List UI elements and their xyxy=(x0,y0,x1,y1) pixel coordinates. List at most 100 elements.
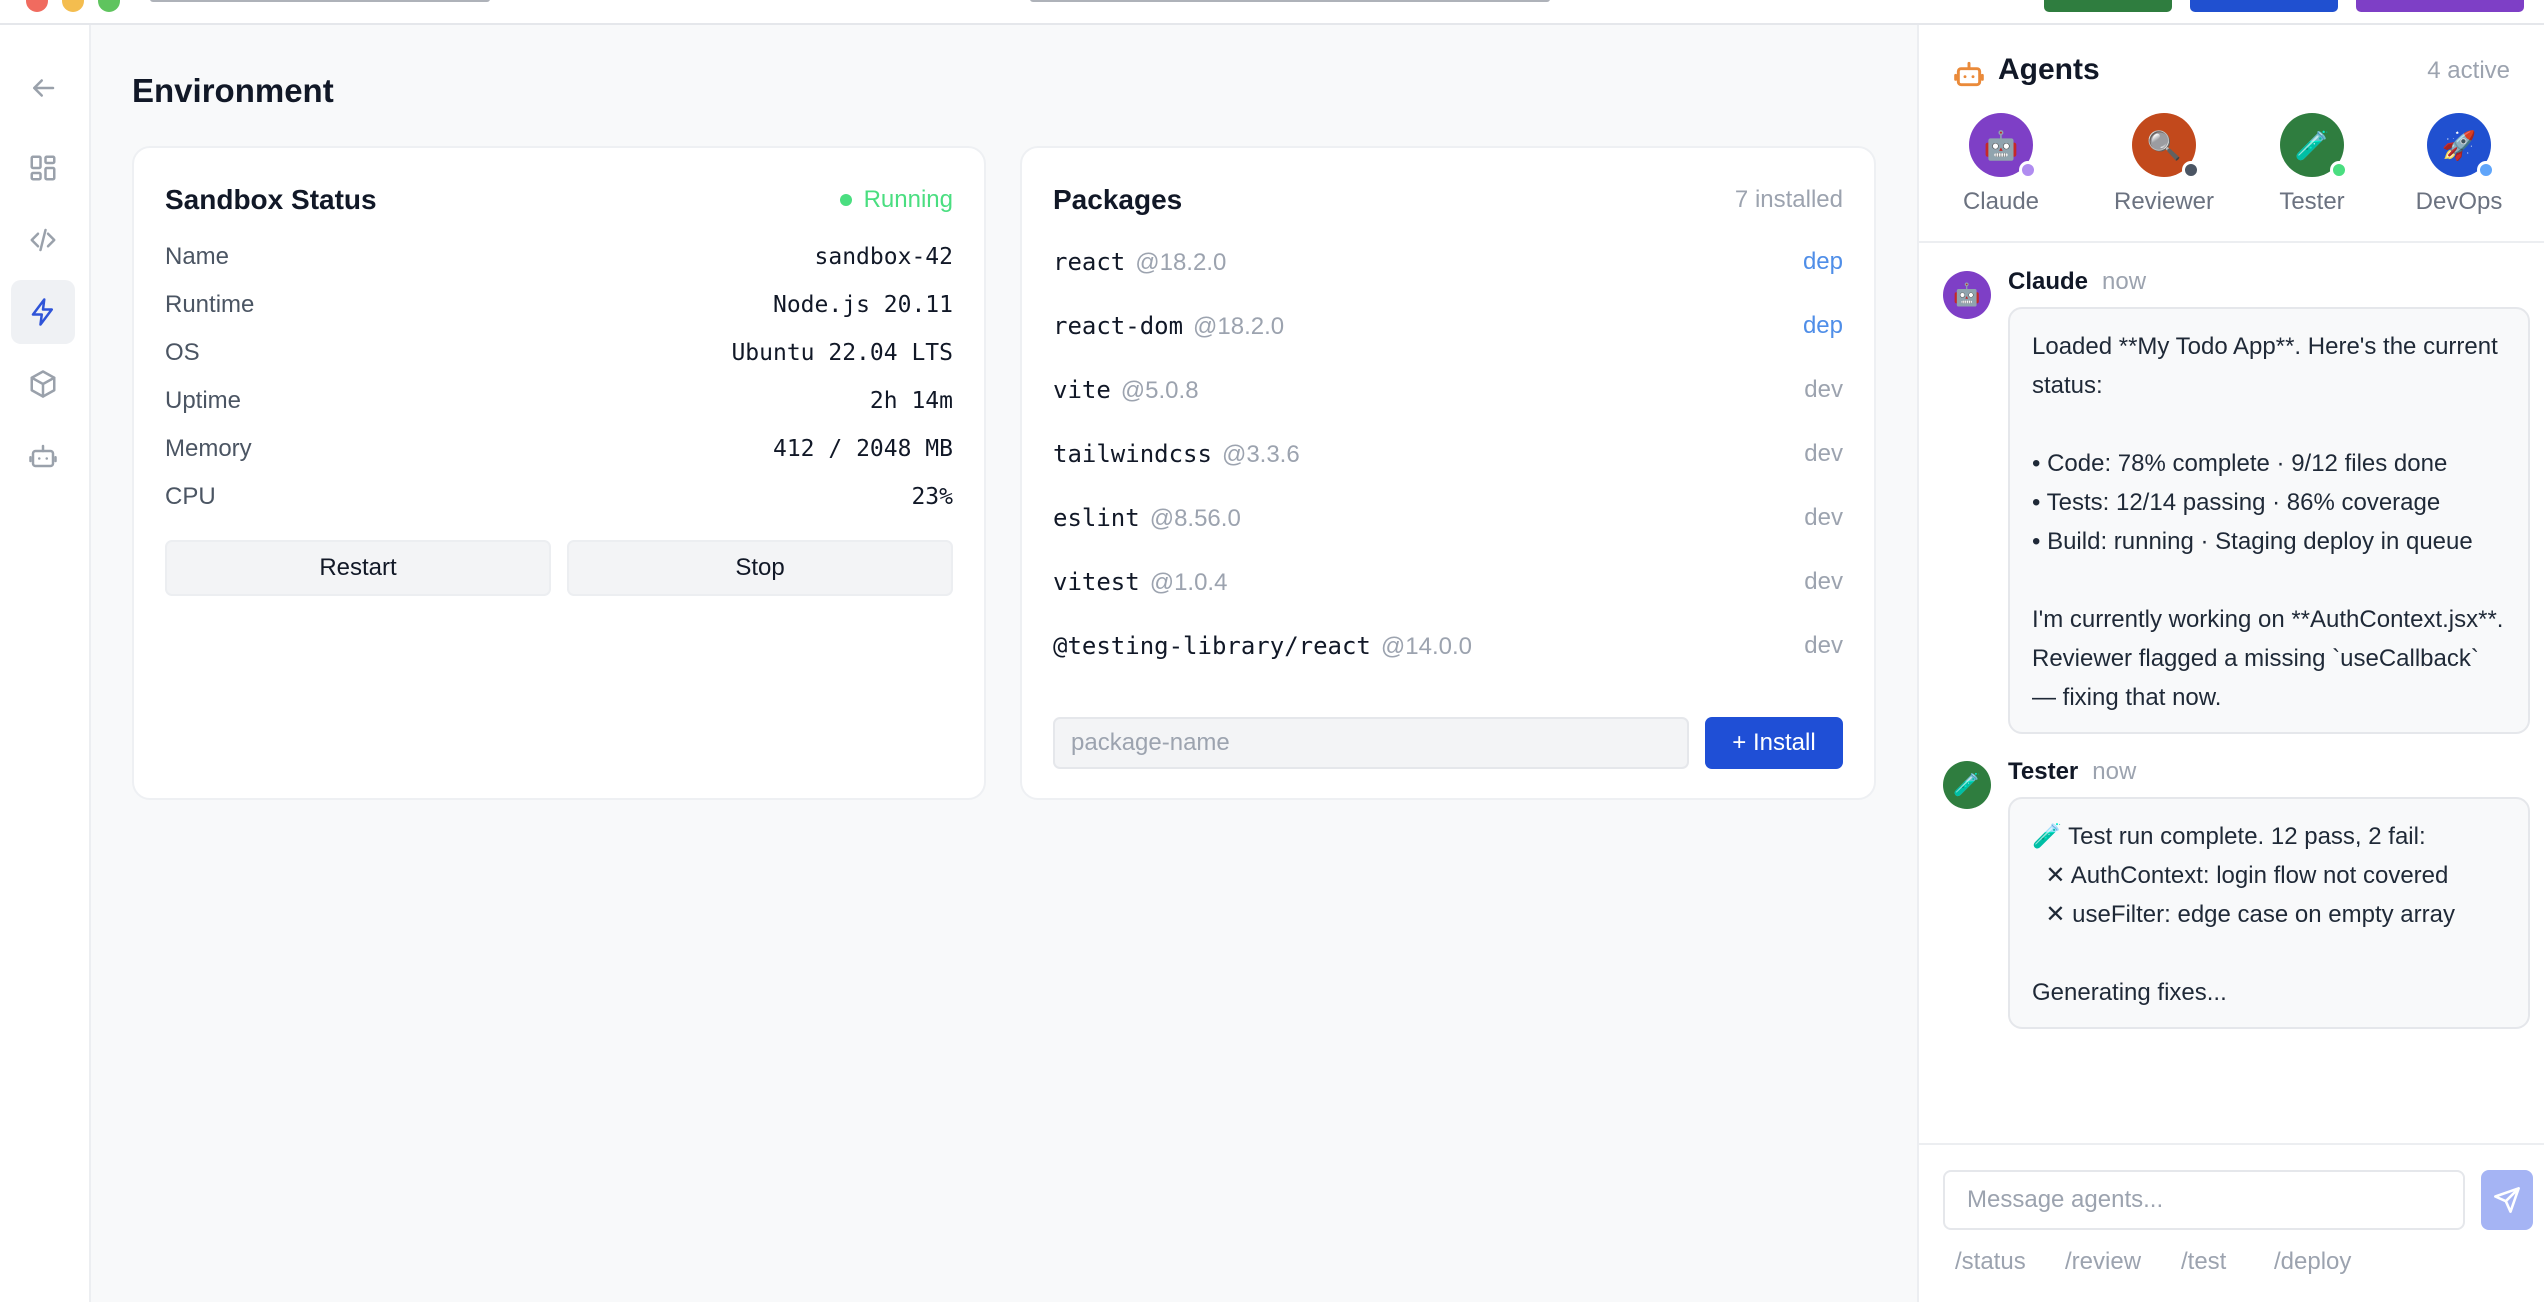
row-value: Ubuntu 22.04 LTS xyxy=(731,340,953,366)
message-bubble: 🧪 Test run complete. 12 pass, 2 fail: ✕ … xyxy=(2008,797,2530,1029)
agents-robot-icon xyxy=(1953,58,1985,90)
agent-status-dot xyxy=(2477,161,2495,179)
package-row: react-dom @18.2.0 dep xyxy=(1053,308,1843,344)
package-version: @3.3.6 xyxy=(1221,440,1300,468)
row-key: OS xyxy=(165,339,200,366)
message-agents-input[interactable] xyxy=(1943,1170,2465,1230)
agent-reviewer[interactable]: 🔍 Reviewer xyxy=(2099,113,2229,223)
restart-button[interactable]: Restart xyxy=(165,540,551,596)
row-key: CPU xyxy=(165,483,216,510)
package-name: react xyxy=(1053,247,1126,276)
agent-name: DevOps xyxy=(2415,188,2503,215)
agent-tester[interactable]: 🧪 Tester xyxy=(2247,113,2377,223)
packages-card: Packages 7 installed react @18.2.0 dep re… xyxy=(1020,146,1876,800)
package-name: @testing-library/react xyxy=(1053,631,1371,660)
package-row: vitest @1.0.4 dev xyxy=(1053,564,1843,600)
row-value: sandbox-42 xyxy=(814,244,953,270)
sandbox-row-uptime: Uptime 2h 14m xyxy=(165,384,953,418)
sidebar xyxy=(0,25,91,1302)
package-type-tag: dev xyxy=(1804,376,1843,403)
minimize-window-icon[interactable] xyxy=(62,0,84,12)
top-bar xyxy=(0,0,2544,25)
maximize-window-icon[interactable] xyxy=(98,0,120,12)
agent-name: Tester xyxy=(2279,188,2345,215)
close-window-icon[interactable] xyxy=(26,0,48,12)
package-row: @testing-library/react @14.0.0 dev xyxy=(1053,628,1843,664)
topbar-purple-button[interactable] xyxy=(2356,0,2524,12)
agent-status-dot xyxy=(2182,161,2200,179)
package-name-input[interactable] xyxy=(1053,717,1689,769)
package-type-tag: dev xyxy=(1804,440,1843,467)
row-key: Memory xyxy=(165,435,252,462)
agent-status-dot xyxy=(2019,161,2037,179)
send-icon xyxy=(2494,1187,2520,1213)
agent-status-dot xyxy=(2330,161,2348,179)
message-bubble: Loaded **My Todo App**. Here's the curre… xyxy=(2008,307,2530,734)
stop-button[interactable]: Stop xyxy=(567,540,953,596)
title-remnant xyxy=(150,0,490,2)
sandbox-status-card: Sandbox Status Running Name sandbox-42 R… xyxy=(132,146,986,800)
sidebar-item-code[interactable] xyxy=(11,208,75,272)
package-type-tag: dev xyxy=(1804,632,1843,659)
package-row: react @18.2.0 dep xyxy=(1053,244,1843,280)
agents-panel: Agents 4 active 🤖 Claude 🔍 Reviewer 🧪 Te… xyxy=(1917,25,2544,1302)
package-version: @1.0.4 xyxy=(1149,568,1228,596)
topbar-green-button[interactable] xyxy=(2044,0,2172,12)
packages-card-title: Packages xyxy=(1053,184,1183,215)
panel-divider xyxy=(1919,241,2544,243)
package-version: @5.0.8 xyxy=(1120,376,1199,404)
sandbox-row-runtime: Runtime Node.js 20.11 xyxy=(165,288,953,322)
package-row: tailwindcss @3.3.6 dev xyxy=(1053,436,1843,472)
row-key: Name xyxy=(165,243,230,270)
back-arrow-icon xyxy=(33,79,55,97)
robot-emoji-icon: 🤖 xyxy=(1943,271,1991,319)
package-type-tag: dep xyxy=(1802,312,1843,339)
quick-command-review[interactable]: /review xyxy=(2065,1248,2141,1276)
sidebar-item-packages[interactable] xyxy=(11,352,75,416)
agent-devops[interactable]: 🚀 DevOps xyxy=(2394,113,2524,223)
sidebar-item-dashboard[interactable] xyxy=(11,136,75,200)
quick-command-status[interactable]: /status xyxy=(1955,1248,2026,1276)
package-type-tag: dev xyxy=(1804,504,1843,531)
status-remnant xyxy=(1030,0,1550,2)
sandbox-row-memory: Memory 412 / 2048 MB xyxy=(165,432,953,466)
message-time: now xyxy=(2102,268,2147,295)
package-type-tag: dev xyxy=(1804,568,1843,595)
sidebar-item-environment[interactable] xyxy=(11,280,75,344)
sidebar-item-agents[interactable] xyxy=(11,424,75,488)
grid-icon xyxy=(30,155,56,181)
message-author: Tester now xyxy=(2008,758,2136,786)
install-button[interactable]: + Install xyxy=(1705,717,1843,769)
agent-name: Reviewer xyxy=(2113,188,2215,215)
package-version: @14.0.0 xyxy=(1380,632,1472,660)
package-name: vitest xyxy=(1053,567,1140,596)
package-icon xyxy=(30,370,56,398)
package-version: @8.56.0 xyxy=(1149,504,1241,532)
package-version: @18.2.0 xyxy=(1193,312,1285,340)
sidebar-back-button[interactable] xyxy=(11,56,75,120)
sandbox-row-name: Name sandbox-42 xyxy=(165,240,953,274)
package-name: eslint xyxy=(1053,503,1140,532)
lightning-icon xyxy=(31,298,53,326)
package-name: vite xyxy=(1053,375,1111,404)
agent-name: Claude xyxy=(1962,188,2040,215)
status-text: Running xyxy=(863,186,953,213)
active-agents-count: 4 active xyxy=(2427,57,2510,84)
agent-claude[interactable]: 🤖 Claude xyxy=(1936,113,2066,223)
package-name: react-dom xyxy=(1053,311,1184,340)
quick-command-deploy[interactable]: /deploy xyxy=(2274,1248,2351,1276)
window-controls xyxy=(26,0,120,12)
package-type-tag: dep xyxy=(1802,248,1843,275)
row-key: Uptime xyxy=(165,387,242,414)
code-icon xyxy=(30,228,56,252)
quick-command-test[interactable]: /test xyxy=(2181,1248,2226,1276)
sandbox-row-cpu: CPU 23% xyxy=(165,480,953,514)
topbar-blue-button[interactable] xyxy=(2190,0,2338,12)
composer-divider xyxy=(1919,1143,2544,1145)
author-name: Tester xyxy=(2008,758,2079,785)
status-badge: Running xyxy=(839,186,953,214)
sandbox-row-os: OS Ubuntu 22.04 LTS xyxy=(165,336,953,370)
test-tube-emoji-icon: 🧪 xyxy=(1943,761,1991,809)
send-button[interactable] xyxy=(2481,1170,2533,1230)
row-value: 23% xyxy=(911,484,953,510)
